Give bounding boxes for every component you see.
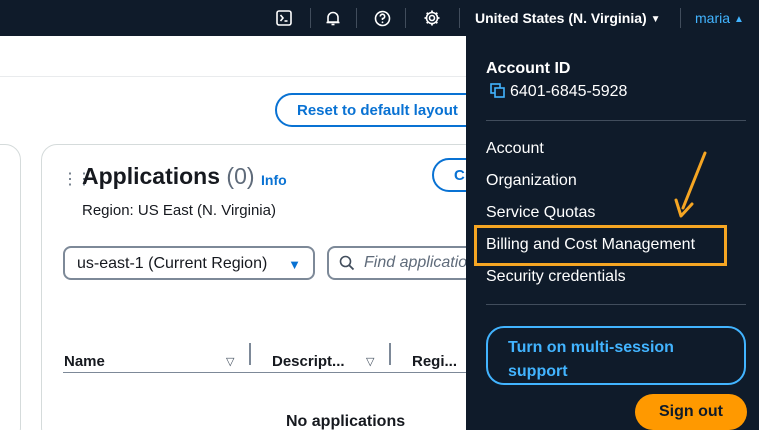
top-navigation-bar: United States (N. Virginia) ▼ maria ▲ (0, 0, 759, 36)
caret-up-icon: ▲ (734, 14, 744, 25)
column-header-region[interactable]: Regi... (412, 353, 457, 370)
nav-divider (310, 8, 311, 28)
menu-divider (486, 120, 746, 121)
sign-out-button[interactable]: Sign out (635, 394, 747, 430)
search-icon (339, 255, 355, 276)
empty-state-text: No applications (286, 413, 406, 430)
menu-item-security-credentials[interactable]: Security credentials (486, 268, 626, 286)
reset-layout-button[interactable]: Reset to default layout (275, 93, 490, 127)
widget-title: Applications (0) (82, 163, 255, 190)
column-divider[interactable] (249, 343, 251, 365)
nav-divider (405, 8, 406, 28)
sort-down-icon[interactable]: ▽ (226, 355, 234, 368)
highlight-box (474, 225, 727, 266)
column-header-description[interactable]: Descript... (272, 353, 345, 370)
widget-region-text: Region: US East (N. Virginia) (82, 202, 276, 219)
info-link[interactable]: Info (261, 172, 287, 188)
menu-divider (486, 304, 746, 305)
widget-title-text: Applications (82, 163, 221, 189)
region-select-value: us-east-1 (Current Region) (77, 255, 268, 272)
menu-item-account[interactable]: Account (486, 140, 544, 158)
caret-down-icon: ▼ (650, 14, 661, 25)
applications-widget: ⋮⋮ Applications (0) Info Create applicat… (41, 144, 513, 430)
sort-down-icon[interactable]: ▽ (366, 355, 374, 368)
region-select[interactable]: us-east-1 (Current Region) ▼ (63, 246, 315, 280)
username-label: maria (695, 10, 731, 26)
nav-divider (459, 8, 460, 28)
menu-item-organization[interactable]: Organization (486, 172, 577, 190)
bell-icon[interactable] (322, 7, 344, 29)
gear-icon[interactable] (421, 7, 443, 29)
column-divider[interactable] (389, 343, 391, 365)
account-id-label: Account ID (486, 60, 571, 77)
left-widget-card (0, 144, 21, 430)
copy-icon[interactable] (490, 83, 505, 103)
region-selector[interactable]: United States (N. Virginia) ▼ (475, 10, 661, 26)
table-header-divider (63, 372, 513, 373)
caret-down-icon: ▼ (288, 257, 301, 272)
cloudshell-icon[interactable] (273, 7, 295, 29)
menu-item-service-quotas[interactable]: Service Quotas (486, 204, 595, 222)
multi-session-button[interactable]: Turn on multi-session support (486, 326, 746, 385)
nav-divider (356, 8, 357, 28)
column-header-name[interactable]: Name (64, 353, 105, 370)
account-id-value: 6401-6845-5928 (510, 83, 628, 100)
help-icon[interactable] (371, 7, 393, 29)
header-divider (0, 76, 470, 77)
account-menu-trigger[interactable]: maria ▲ (695, 10, 744, 26)
region-label: United States (N. Virginia) (475, 10, 647, 26)
nav-divider (680, 8, 681, 28)
widget-count: (0) (226, 163, 255, 189)
